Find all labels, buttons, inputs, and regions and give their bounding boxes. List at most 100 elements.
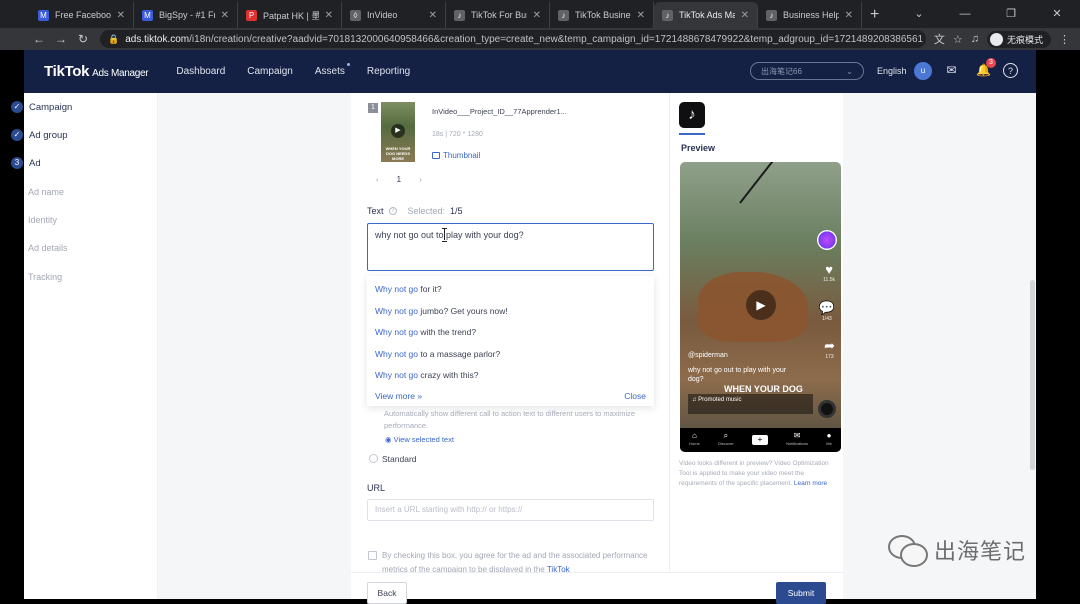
suggestion-item[interactable]: Why not go to a massage parlor?	[375, 349, 500, 359]
account-selector[interactable]: 出海笔记66 ⌄	[750, 62, 864, 80]
translate-icon[interactable]: 文	[934, 31, 945, 47]
incognito-badge[interactable]: 无痕模式	[986, 30, 1051, 48]
close-tab-icon[interactable]: ✕	[117, 10, 125, 21]
view-selected-text-link[interactable]: ◉ View selected text	[385, 435, 454, 444]
video-thumbnail[interactable]: ▶ WHEN YOUR DOG NEEDS MORE EXERCISE	[381, 102, 415, 166]
selected-count: 1/5	[450, 206, 463, 216]
close-tab-icon[interactable]: ✕	[637, 10, 645, 21]
reload-icon[interactable]: ↻	[72, 32, 94, 46]
standard-label[interactable]: Standard	[382, 454, 417, 464]
prev-page-icon[interactable]: ‹	[376, 175, 379, 184]
video-name: InVideo___Project_ID__77Apprender1...	[432, 107, 567, 116]
substep-ad-details[interactable]: Ad details	[28, 243, 68, 253]
preview-label: Preview	[681, 143, 716, 153]
browser-tab[interactable]: ◊ InVideo ✕	[342, 2, 446, 28]
play-icon[interactable]: ▶	[746, 290, 776, 320]
learn-more-link[interactable]: Learn more	[794, 480, 827, 487]
browser-tab[interactable]: ♪ TikTok Ads Mana ✕	[654, 2, 758, 28]
message-icon[interactable]: ✉	[944, 63, 959, 78]
close-tab-icon[interactable]: ✕	[533, 10, 541, 21]
app-header: TikTok Ads Manager Dashboard Campaign Ass…	[24, 50, 1036, 93]
forward-arrow-icon[interactable]: →	[50, 32, 72, 46]
step-number: 3	[11, 157, 23, 169]
browser-tab[interactable]: M Free Facebook Ad ✕	[30, 2, 134, 28]
substep-tracking[interactable]: Tracking	[28, 272, 62, 282]
step-ad[interactable]: 3 Ad	[11, 157, 41, 169]
text-cursor-icon	[442, 228, 447, 242]
browser-tab[interactable]: P Patpat HK | 墨客 ✕	[238, 2, 342, 28]
nav-campaign[interactable]: Campaign	[247, 66, 293, 77]
right-letterbox	[1036, 0, 1080, 599]
close-window-icon[interactable]: ✕	[1034, 0, 1080, 28]
agree-checkbox[interactable]	[368, 551, 377, 560]
check-icon: ✓	[11, 101, 23, 113]
thumbnail-button[interactable]: Thumbnail	[432, 151, 480, 160]
nav-reporting[interactable]: Reporting	[367, 66, 410, 77]
preview-note: Video looks different in preview? Video …	[679, 460, 829, 487]
nav-dashboard[interactable]: Dashboard	[176, 66, 225, 77]
suggestion-item[interactable]: Why not go for it?	[375, 284, 442, 294]
image-icon	[432, 152, 440, 159]
close-tab-icon[interactable]: ✕	[845, 10, 853, 21]
help-icon[interactable]: ?	[1003, 63, 1018, 78]
view-more-link[interactable]: View more »	[375, 391, 422, 401]
chevron-down-icon: ⌄	[846, 66, 853, 76]
page-number[interactable]: 1	[397, 175, 401, 184]
browser-menu-icon[interactable]: ⋮	[1059, 33, 1070, 46]
check-icon: ✓	[11, 129, 23, 141]
next-page-icon[interactable]: ›	[419, 175, 422, 184]
preview-caption: why not go out to play with your dog?	[688, 367, 787, 383]
page-scrollbar[interactable]	[1030, 280, 1035, 470]
url-input[interactable]: Insert a URL starting with http:// or ht…	[367, 499, 654, 521]
restore-icon[interactable]: ❐	[988, 0, 1034, 28]
media-control-icon[interactable]: ♫	[971, 33, 979, 45]
substep-identity[interactable]: Identity	[28, 215, 57, 225]
text-suggestions-dropdown: Why not go for it? Why not go jumbo? Get…	[367, 276, 654, 406]
close-tab-icon[interactable]: ✕	[741, 10, 749, 21]
info-icon[interactable]: ?	[388, 207, 397, 215]
tab-favicon-icon: ♪	[454, 9, 465, 21]
standard-radio[interactable]	[369, 454, 378, 463]
tab-title: Free Facebook Ad	[55, 10, 111, 20]
video-pager: ‹ 1 ›	[376, 175, 422, 184]
close-tab-icon[interactable]: ✕	[221, 10, 229, 21]
step-ad-group[interactable]: ✓ Ad group	[11, 129, 68, 141]
browser-tab[interactable]: M BigSpy - #1 Free ✕	[134, 2, 238, 28]
placement-underline	[679, 133, 705, 135]
minimize-icon[interactable]: —	[942, 0, 988, 28]
language-switch[interactable]: English	[877, 66, 907, 76]
step-campaign[interactable]: ✓ Campaign	[11, 101, 72, 113]
tiktok-logo[interactable]: TikTok Ads Manager	[44, 63, 149, 80]
new-tab-button[interactable]: +	[862, 2, 887, 28]
suggestion-item[interactable]: Why not go jumbo? Get yours now!	[375, 306, 508, 316]
nav-assets[interactable]: Assets	[315, 63, 350, 77]
avatar[interactable]: u	[914, 62, 932, 80]
suggestion-item[interactable]: Why not go crazy with this?	[375, 370, 478, 380]
back-button[interactable]: Back	[367, 582, 407, 604]
tiktok-placement-icon[interactable]: ♪	[679, 102, 705, 128]
close-tab-icon[interactable]: ✕	[429, 10, 437, 21]
tab-favicon-icon: ♪	[766, 9, 777, 21]
window-controls: ⌄ — ❐ ✕	[896, 0, 1080, 28]
suggestion-item[interactable]: Why not go with the trend?	[375, 327, 476, 337]
watermark-text: 出海笔记	[934, 539, 1027, 564]
submit-button[interactable]: Submit	[776, 582, 826, 604]
phone-nav-bar: ⌂ Home ⌕ Discover + ✉ Notifications ● Me	[680, 428, 841, 452]
substep-ad-name[interactable]: Ad name	[28, 187, 64, 197]
close-suggestions-button[interactable]: Close	[624, 391, 646, 401]
tab-favicon-icon: M	[38, 9, 49, 21]
preview-banner: WHEN YOUR DOG	[724, 384, 803, 394]
bookmark-star-icon[interactable]: ☆	[953, 33, 963, 46]
tab-title: BigSpy - #1 Free	[159, 10, 215, 20]
browser-tab[interactable]: ♪ TikTok For Busin ✕	[446, 2, 550, 28]
create-icon: +	[751, 435, 768, 445]
ad-text-input[interactable]: why not go out to play with your dog?	[367, 223, 654, 271]
browser-tab[interactable]: ♪ TikTok Business ✕	[550, 2, 654, 28]
browser-tab[interactable]: ♪ Business Help Ce ✕	[758, 2, 862, 28]
tab-favicon-icon: ♪	[662, 9, 673, 21]
tab-search-icon[interactable]: ⌄	[896, 0, 942, 28]
close-tab-icon[interactable]: ✕	[325, 10, 333, 21]
url-field[interactable]: 🔒 ads.tiktok.com/i18n/creation/creative?…	[100, 30, 926, 48]
notification-badge: 3	[986, 58, 996, 68]
back-arrow-icon[interactable]: ←	[28, 32, 50, 46]
